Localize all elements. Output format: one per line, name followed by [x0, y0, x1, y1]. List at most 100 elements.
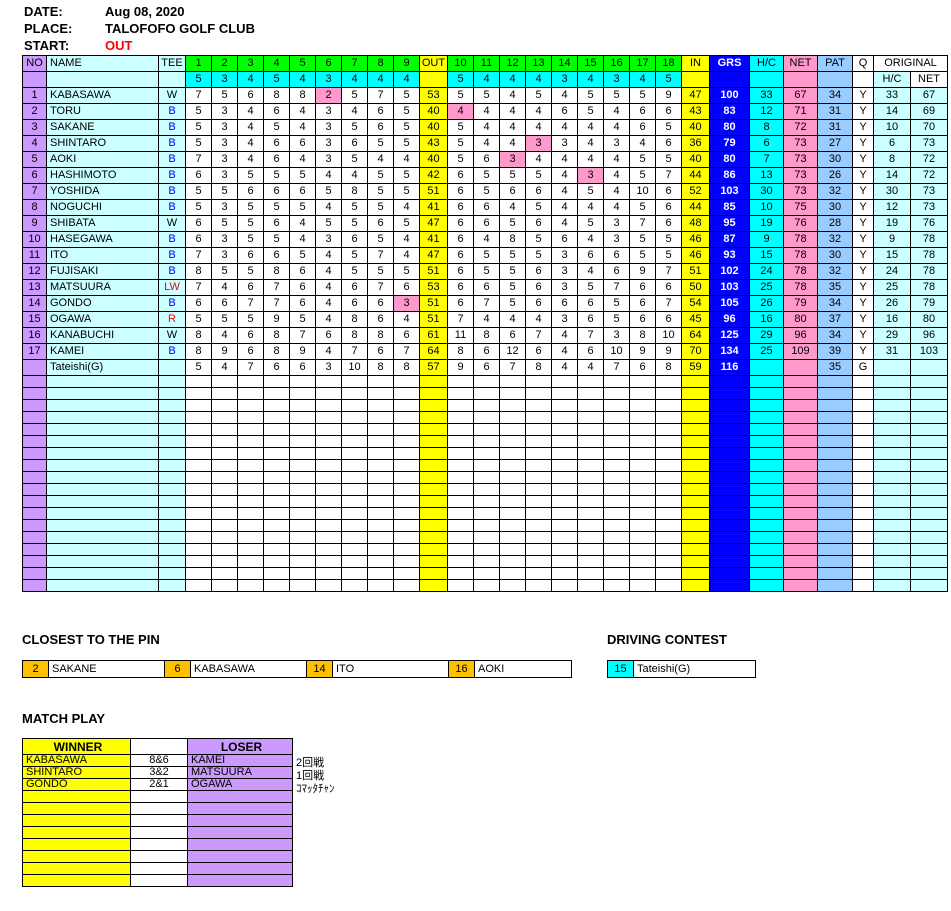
score-cell: 4: [394, 232, 420, 248]
score-cell: 3: [316, 232, 342, 248]
score-cell: 7: [264, 296, 290, 312]
empty-orig-net: [911, 400, 948, 412]
score-cell: 5: [368, 184, 394, 200]
score-cell: 6: [290, 360, 316, 376]
empty-pat: [818, 568, 853, 580]
score-cell: 6: [448, 280, 474, 296]
score-cell: 5: [394, 264, 420, 280]
empty-score: [290, 568, 316, 580]
player-row: 5AOKIB73464354440563444455408077330Y872: [23, 152, 948, 168]
out-total: 40: [420, 152, 448, 168]
score-cell: 4: [394, 152, 420, 168]
empty-score: [578, 448, 604, 460]
empty-score: [316, 448, 342, 460]
driving-contest-table: 15Tateishi(G): [607, 660, 756, 678]
score-cell: 9: [212, 344, 238, 360]
empty-name: [47, 568, 159, 580]
net-score: 73: [784, 168, 818, 184]
mp-empty-score: [131, 815, 188, 827]
score-cell: 4: [316, 312, 342, 328]
empty-score: [474, 496, 500, 508]
empty-score: [394, 520, 420, 532]
score-cell: 9: [448, 360, 474, 376]
score-cell: 8: [290, 88, 316, 104]
empty-score: [186, 448, 212, 460]
empty-score: [578, 544, 604, 556]
empty-score: [500, 544, 526, 556]
empty-tee: [159, 568, 186, 580]
empty-net: [784, 376, 818, 388]
empty-orig-hc: [874, 412, 911, 424]
empty-score: [604, 460, 630, 472]
score-cell: 5: [342, 120, 368, 136]
player-row: 6HASHIMOTOB63555445542655543457448613732…: [23, 168, 948, 184]
empty-pat: [818, 400, 853, 412]
score-cell: 6: [526, 264, 552, 280]
mp-empty-winner: [23, 839, 131, 851]
empty-score: [186, 556, 212, 568]
empty-tee: [159, 508, 186, 520]
original-hc: 6: [874, 136, 911, 152]
score-cell: 5: [526, 168, 552, 184]
in-total: 48: [682, 216, 710, 232]
score-cell: 5: [394, 184, 420, 200]
empty-score: [394, 448, 420, 460]
empty-row: [23, 520, 948, 532]
empty-score: [368, 568, 394, 580]
empty-score: [316, 436, 342, 448]
player-name: ITO: [47, 248, 159, 264]
empty-score: [186, 472, 212, 484]
empty-q: [853, 472, 874, 484]
empty-orig-hc: [874, 508, 911, 520]
col-header-hc: H/C: [750, 56, 784, 72]
player-no: 14: [23, 296, 47, 312]
empty-score: [526, 568, 552, 580]
empty-score: [342, 532, 368, 544]
empty-orig-hc: [874, 448, 911, 460]
empty-row: [23, 424, 948, 436]
handicap: 25: [750, 280, 784, 296]
score-cell: 12: [500, 344, 526, 360]
gross-total: 134: [710, 344, 750, 360]
player-no: 1: [23, 88, 47, 104]
par-cell: 3: [604, 72, 630, 88]
empty-pat: [818, 580, 853, 592]
empty-grs: [710, 532, 750, 544]
ctp-winner: KABASAWA: [191, 661, 307, 678]
score-cell: 6: [212, 296, 238, 312]
empty-grs: [710, 508, 750, 520]
score-cell: 5: [474, 264, 500, 280]
score-cell: 7: [368, 88, 394, 104]
empty-out: [420, 544, 448, 556]
empty-score: [526, 436, 552, 448]
empty-score: [604, 508, 630, 520]
par-cell: 4: [500, 72, 526, 88]
empty-name: [47, 424, 159, 436]
score-cell: 6: [578, 312, 604, 328]
score-cell: 7: [656, 296, 682, 312]
empty-name: [47, 496, 159, 508]
empty-score: [448, 412, 474, 424]
score-cell: 6: [342, 136, 368, 152]
empty-score: [656, 424, 682, 436]
score-cell: 4: [316, 248, 342, 264]
score-cell: 6: [238, 280, 264, 296]
mp-loser-header: LOSER: [188, 739, 293, 755]
empty-tee: [159, 460, 186, 472]
score-cell: 4: [500, 88, 526, 104]
score-cell: 4: [552, 360, 578, 376]
score-cell: 5: [290, 248, 316, 264]
mp-empty-winner: [23, 827, 131, 839]
player-name: FUJISAKI: [47, 264, 159, 280]
player-row: 15OGAWAR555954864517444365664596168037Y1…: [23, 312, 948, 328]
score-cell: 4: [552, 328, 578, 344]
score-cell: 3: [604, 136, 630, 152]
empty-score: [448, 580, 474, 592]
empty-score: [186, 508, 212, 520]
empty-score: [394, 556, 420, 568]
empty-score: [238, 376, 264, 388]
score-cell: 5: [186, 104, 212, 120]
empty-score: [474, 460, 500, 472]
date-label: DATE:: [24, 4, 63, 19]
empty-out: [420, 460, 448, 472]
